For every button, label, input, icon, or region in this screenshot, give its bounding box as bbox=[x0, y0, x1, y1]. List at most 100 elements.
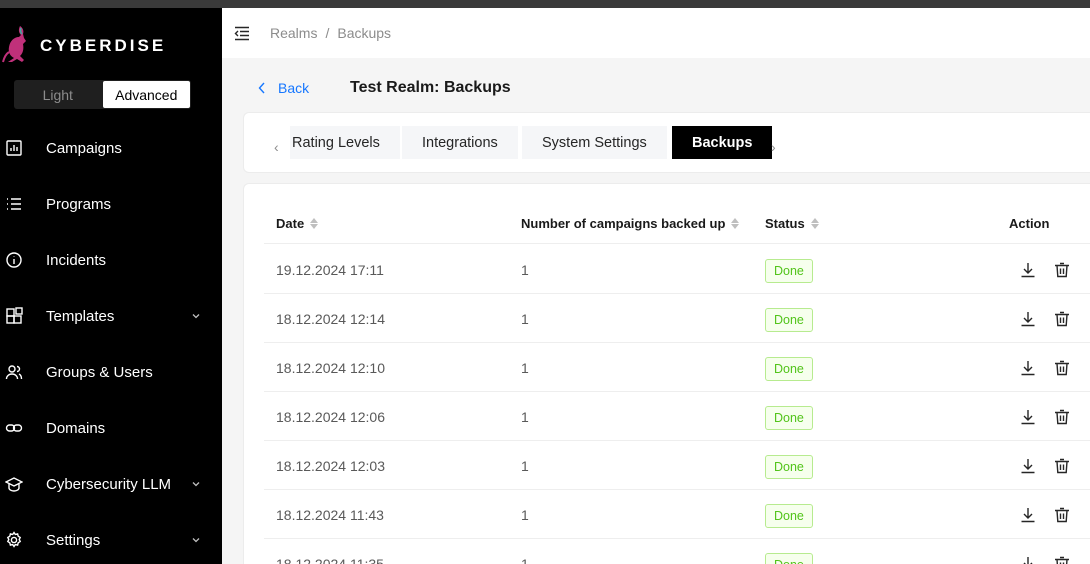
sidebar-item-templates[interactable]: Templates bbox=[0, 296, 222, 336]
breadcrumb-item-realms[interactable]: Realms bbox=[270, 25, 317, 41]
sort-icon[interactable] bbox=[310, 218, 319, 229]
brand[interactable]: CYBERDISE bbox=[0, 24, 222, 64]
tabs-card: ‹ Rating Levels Integrations System Sett… bbox=[243, 112, 1090, 173]
sidebar-item-label: Settings bbox=[46, 531, 101, 549]
window-top-bar bbox=[0, 0, 1090, 8]
chevron-down-icon bbox=[192, 538, 200, 543]
status-badge: Done bbox=[765, 259, 813, 283]
table-row: 18.12.2024 12:10 1 Done bbox=[264, 343, 1090, 392]
graduation-cap-icon bbox=[4, 474, 24, 494]
status-badge: Done bbox=[765, 504, 813, 528]
download-icon[interactable] bbox=[1019, 261, 1037, 279]
sidebar-item-programs[interactable]: Programs bbox=[0, 184, 222, 224]
download-icon[interactable] bbox=[1019, 310, 1037, 328]
delete-icon[interactable] bbox=[1053, 310, 1071, 328]
cell-date: 18.12.2024 12:10 bbox=[276, 360, 385, 376]
sidebar-item-cybersecurity-llm[interactable]: Cybersecurity LLM bbox=[0, 464, 222, 504]
column-header-label: Number of campaigns backed up bbox=[521, 216, 726, 231]
sidebar: CYBERDISE Light Advanced Campaigns Progr… bbox=[0, 8, 222, 564]
menu-fold-icon[interactable] bbox=[234, 25, 250, 41]
column-header-label: Status bbox=[765, 216, 805, 231]
delete-icon[interactable] bbox=[1053, 506, 1071, 524]
tab-system-settings[interactable]: System Settings bbox=[522, 126, 667, 159]
sidebar-item-groups-users[interactable]: Groups & Users bbox=[0, 352, 222, 392]
mode-switch: Light Advanced bbox=[14, 80, 191, 109]
breadcrumb: Realms / Backups bbox=[270, 25, 391, 41]
column-header-label: Action bbox=[1009, 216, 1050, 231]
tab-backups[interactable]: Backups bbox=[672, 126, 773, 159]
chevron-down-icon bbox=[192, 314, 200, 319]
column-header-campaigns-count[interactable]: Number of campaigns backed up bbox=[521, 216, 740, 231]
sidebar-item-label: Groups & Users bbox=[46, 363, 153, 381]
cell-date: 18.12.2024 11:43 bbox=[276, 507, 384, 523]
status-badge: Done bbox=[765, 455, 813, 479]
tab-rating-levels[interactable]: Rating Levels bbox=[290, 126, 400, 159]
sidebar-item-label: Templates bbox=[46, 307, 115, 325]
table-row: 18.12.2024 11:43 1 Done bbox=[264, 490, 1090, 539]
tab-scroll-left-icon[interactable]: ‹ bbox=[274, 139, 279, 155]
page-title: Test Realm: Backups bbox=[350, 79, 511, 96]
bar-chart-icon bbox=[4, 138, 24, 158]
sidebar-item-label: Domains bbox=[46, 419, 106, 437]
cell-date: 19.12.2024 17:11 bbox=[276, 262, 384, 278]
cell-campaigns-count: 1 bbox=[521, 458, 529, 474]
status-badge: Done bbox=[765, 406, 813, 430]
sort-icon[interactable] bbox=[810, 218, 819, 229]
app-header: Realms / Backups bbox=[222, 8, 1090, 58]
back-label: Back bbox=[278, 80, 310, 96]
cell-campaigns-count: 1 bbox=[521, 556, 529, 564]
info-circle-icon bbox=[4, 250, 24, 270]
download-icon[interactable] bbox=[1019, 506, 1037, 524]
cell-campaigns-count: 1 bbox=[521, 409, 529, 425]
cell-date: 18.12.2024 12:03 bbox=[276, 458, 385, 474]
delete-icon[interactable] bbox=[1053, 555, 1071, 564]
tab-scroll-right-icon[interactable]: › bbox=[771, 139, 776, 155]
sidebar-item-campaigns[interactable]: Campaigns bbox=[0, 128, 222, 168]
cell-campaigns-count: 1 bbox=[521, 507, 529, 523]
cell-campaigns-count: 1 bbox=[521, 360, 529, 376]
sidebar-item-label: Programs bbox=[46, 195, 112, 213]
table-row: 18.12.2024 12:03 1 Done bbox=[264, 441, 1090, 490]
breadcrumb-item-backups: Backups bbox=[337, 25, 392, 41]
column-header-status[interactable]: Status bbox=[765, 216, 819, 231]
delete-icon[interactable] bbox=[1053, 457, 1071, 475]
link-icon bbox=[4, 418, 24, 438]
cell-date: 18.12.2024 12:14 bbox=[276, 311, 385, 327]
cell-date: 18.12.2024 11:35 bbox=[276, 556, 384, 564]
table-header: Date Number of campaigns backed up Statu… bbox=[264, 204, 1090, 244]
mode-option-advanced[interactable]: Advanced bbox=[102, 81, 190, 108]
chevron-left-icon bbox=[258, 82, 265, 94]
cell-campaigns-count: 1 bbox=[521, 262, 529, 278]
backups-table: Date Number of campaigns backed up Statu… bbox=[243, 183, 1090, 564]
kangaroo-logo-icon bbox=[2, 26, 26, 63]
table-row: 19.12.2024 17:11 1 Done bbox=[264, 245, 1090, 294]
sidebar-item-settings[interactable]: Settings bbox=[0, 520, 222, 560]
back-button[interactable]: Back bbox=[258, 80, 309, 96]
blocks-icon bbox=[4, 306, 24, 326]
cell-campaigns-count: 1 bbox=[521, 311, 529, 327]
mode-option-light[interactable]: Light bbox=[14, 80, 102, 109]
table-row: 18.12.2024 12:14 1 Done bbox=[264, 294, 1090, 343]
sidebar-item-incidents[interactable]: Incidents bbox=[0, 240, 222, 280]
download-icon[interactable] bbox=[1019, 359, 1037, 377]
status-badge: Done bbox=[765, 357, 813, 381]
column-header-date[interactable]: Date bbox=[276, 216, 319, 231]
list-icon bbox=[4, 194, 24, 214]
download-icon[interactable] bbox=[1019, 408, 1037, 426]
chevron-down-icon bbox=[192, 482, 200, 487]
download-icon[interactable] bbox=[1019, 457, 1037, 475]
brand-name: CYBERDISE bbox=[40, 36, 167, 55]
tab-integrations[interactable]: Integrations bbox=[402, 126, 518, 159]
sidebar-item-label: Cybersecurity LLM bbox=[46, 475, 172, 493]
table-row: 18.12.2024 11:35 1 Done bbox=[264, 539, 1090, 564]
delete-icon[interactable] bbox=[1053, 408, 1071, 426]
delete-icon[interactable] bbox=[1053, 261, 1071, 279]
column-header-action: Action bbox=[1009, 216, 1049, 231]
gear-icon bbox=[4, 530, 24, 550]
delete-icon[interactable] bbox=[1053, 359, 1071, 377]
sort-icon[interactable] bbox=[731, 218, 740, 229]
sidebar-item-label: Incidents bbox=[46, 251, 107, 269]
table-row: 18.12.2024 12:06 1 Done bbox=[264, 392, 1090, 441]
sidebar-item-domains[interactable]: Domains bbox=[0, 408, 222, 448]
download-icon[interactable] bbox=[1019, 555, 1037, 564]
